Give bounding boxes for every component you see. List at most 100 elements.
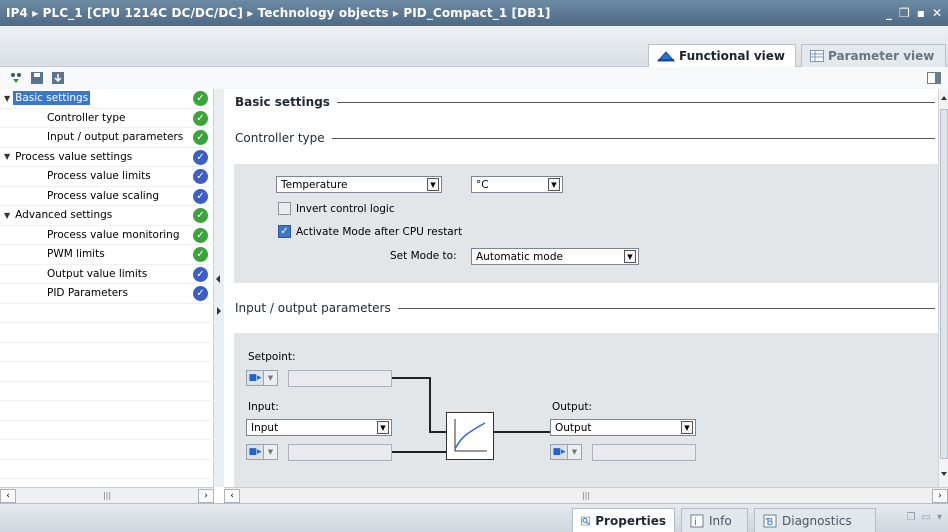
minimize-icon[interactable]: _	[886, 6, 892, 20]
section-title: Input / output parameters	[235, 301, 391, 315]
status-ok-icon: ✓	[193, 208, 208, 223]
tab-label: Parameter view	[828, 49, 935, 63]
breadcrumb-item[interactable]: PID_Compact_1 [DB1]	[403, 6, 550, 20]
chevron-down-icon[interactable]: ▼	[427, 178, 439, 191]
float-icon[interactable]: ▪	[917, 6, 925, 20]
nav-item[interactable]: PID Parameters ✓	[0, 284, 214, 304]
chevron-down-icon[interactable]: ▾	[937, 512, 942, 523]
unit-select[interactable]: °C ▼	[471, 176, 563, 193]
svg-text:Ɓ: Ɓ	[765, 517, 773, 528]
tab-label: Properties	[595, 513, 666, 528]
select-value: °C	[476, 178, 489, 191]
expand-right-icon[interactable]	[214, 301, 224, 321]
section-title: Basic settings	[235, 95, 330, 109]
empty-row	[0, 362, 214, 382]
parameter-view-icon	[810, 50, 824, 62]
tab-diagnostics[interactable]: Ɓ Diagnostics	[754, 508, 876, 532]
scroll-right-icon[interactable]: ›	[198, 488, 214, 503]
nav-item[interactable]: Input / output parameters ✓	[0, 128, 214, 148]
tab-label: Info	[709, 513, 732, 528]
nav-item-label: Process value limits	[47, 170, 151, 183]
scroll-up-icon[interactable]	[939, 93, 948, 103]
minimize-icon[interactable]: ▭	[922, 512, 931, 523]
empty-row	[0, 421, 214, 440]
collapse-left-icon[interactable]	[214, 269, 224, 289]
expand-arrow-icon[interactable]: ▼	[4, 152, 10, 161]
status-default-icon: ✓	[193, 266, 208, 282]
tab-label: Diagnostics	[782, 513, 852, 528]
nav-item[interactable]: ▼ Advanced settings ✓	[0, 206, 214, 226]
nav-item-label: Output value limits	[47, 267, 148, 280]
nav-item[interactable]: Process value monitoring ✓	[0, 226, 214, 245]
title-bar: IP4 ▸ PLC_1 [CPU 1214C DC/DC/DC] ▸ Techn…	[0, 0, 948, 26]
empty-row	[0, 440, 214, 460]
tab-properties[interactable]: Properties	[572, 508, 675, 532]
navigation-tree: ▼ Basic settings ✓ Controller type ✓ Input / …	[0, 89, 214, 487]
scroll-grip-icon[interactable]: |||	[240, 491, 932, 500]
empty-row	[0, 343, 214, 362]
scroll-thumb[interactable]	[940, 109, 948, 459]
status-ok-icon: ✓	[193, 91, 208, 106]
pid-controller-block-icon	[446, 412, 494, 460]
settings-content: Basic settings Controller type Temperatu…	[224, 89, 938, 487]
empty-row	[0, 323, 214, 343]
panel-toggle-icon[interactable]	[926, 70, 942, 86]
set-mode-select[interactable]: Automatic mode ▼	[471, 248, 639, 265]
splitter[interactable]	[214, 89, 224, 487]
load-settings-icon[interactable]	[50, 70, 66, 86]
nav-item[interactable]: ▼ Process value settings ✓	[0, 148, 214, 167]
connection-icon[interactable]	[8, 70, 24, 86]
scroll-down-icon[interactable]	[939, 469, 948, 479]
nav-item[interactable]: ▼ Basic settings ✓	[0, 89, 214, 109]
status-ok-icon: ✓	[193, 110, 208, 126]
tab-functional-view[interactable]: Functional view	[648, 44, 796, 67]
nav-item[interactable]: Output value limits ✓	[0, 265, 214, 284]
nav-item-label: Process value settings	[15, 150, 133, 163]
view-tab-bar: Functional view Parameter view	[0, 26, 948, 67]
breadcrumb-item[interactable]: Technology objects	[258, 6, 389, 20]
content-horizontal-scrollbar[interactable]: ‹ ||| ›	[224, 487, 948, 503]
status-ok-icon: ✓	[193, 227, 208, 243]
nav-item[interactable]: PWM limits ✓	[0, 245, 214, 265]
toolbar	[0, 67, 948, 89]
restore-icon[interactable]: ❐	[907, 512, 916, 523]
tab-parameter-view[interactable]: Parameter view	[801, 44, 946, 67]
status-default-icon: ✓	[193, 188, 208, 204]
nav-horizontal-scrollbar[interactable]: ‹ ||| ›	[0, 487, 214, 503]
activate-mode-checkbox[interactable]: ✓	[278, 225, 291, 238]
nav-item[interactable]: Process value scaling ✓	[0, 187, 214, 206]
section-title: Controller type	[235, 131, 325, 145]
nav-item-label: PWM limits	[47, 248, 105, 261]
empty-row	[0, 401, 214, 421]
nav-item[interactable]: Controller type ✓	[0, 109, 214, 128]
breadcrumb-item[interactable]: IP4	[6, 6, 28, 20]
checkbox-label: Invert control logic	[296, 202, 395, 215]
close-icon[interactable]: ✕	[932, 6, 942, 20]
nav-item[interactable]: Process value limits ✓	[0, 167, 214, 187]
save-settings-icon[interactable]	[29, 70, 45, 86]
nav-item-label: Controller type	[47, 111, 126, 124]
scroll-left-icon[interactable]: ‹	[224, 488, 240, 503]
invert-control-logic-checkbox[interactable]	[278, 202, 291, 215]
functional-view-icon	[657, 51, 675, 62]
nav-item-label: Process value monitoring	[47, 228, 180, 241]
breadcrumb-separator: ▸	[247, 6, 254, 20]
tab-info[interactable]: i Info	[681, 508, 748, 532]
breadcrumb-item[interactable]: PLC_1 [CPU 1214C DC/DC/DC]	[43, 6, 243, 20]
nav-item-label: Input / output parameters	[47, 131, 184, 144]
chevron-down-icon[interactable]: ▼	[624, 250, 636, 263]
content-vertical-scrollbar[interactable]	[938, 89, 948, 487]
scroll-left-icon[interactable]: ‹	[0, 488, 16, 503]
nav-item-label: Advanced settings	[15, 209, 113, 222]
expand-arrow-icon[interactable]: ▼	[4, 94, 10, 103]
controller-type-select[interactable]: Temperature ▼	[276, 176, 442, 193]
tab-label: Functional view	[679, 49, 785, 63]
chevron-down-icon[interactable]: ▼	[548, 178, 560, 191]
status-ok-icon: ✓	[193, 130, 208, 145]
checkbox-label: Activate Mode after CPU restart	[296, 225, 463, 238]
restore-icon[interactable]: ❐	[899, 6, 910, 20]
controller-type-panel: Temperature ▼ °C ▼ Invert control logic …	[234, 164, 938, 283]
expand-arrow-icon[interactable]: ▼	[4, 211, 10, 220]
scroll-grip-icon[interactable]: |||	[16, 491, 198, 500]
scroll-right-icon[interactable]: ›	[932, 488, 948, 503]
